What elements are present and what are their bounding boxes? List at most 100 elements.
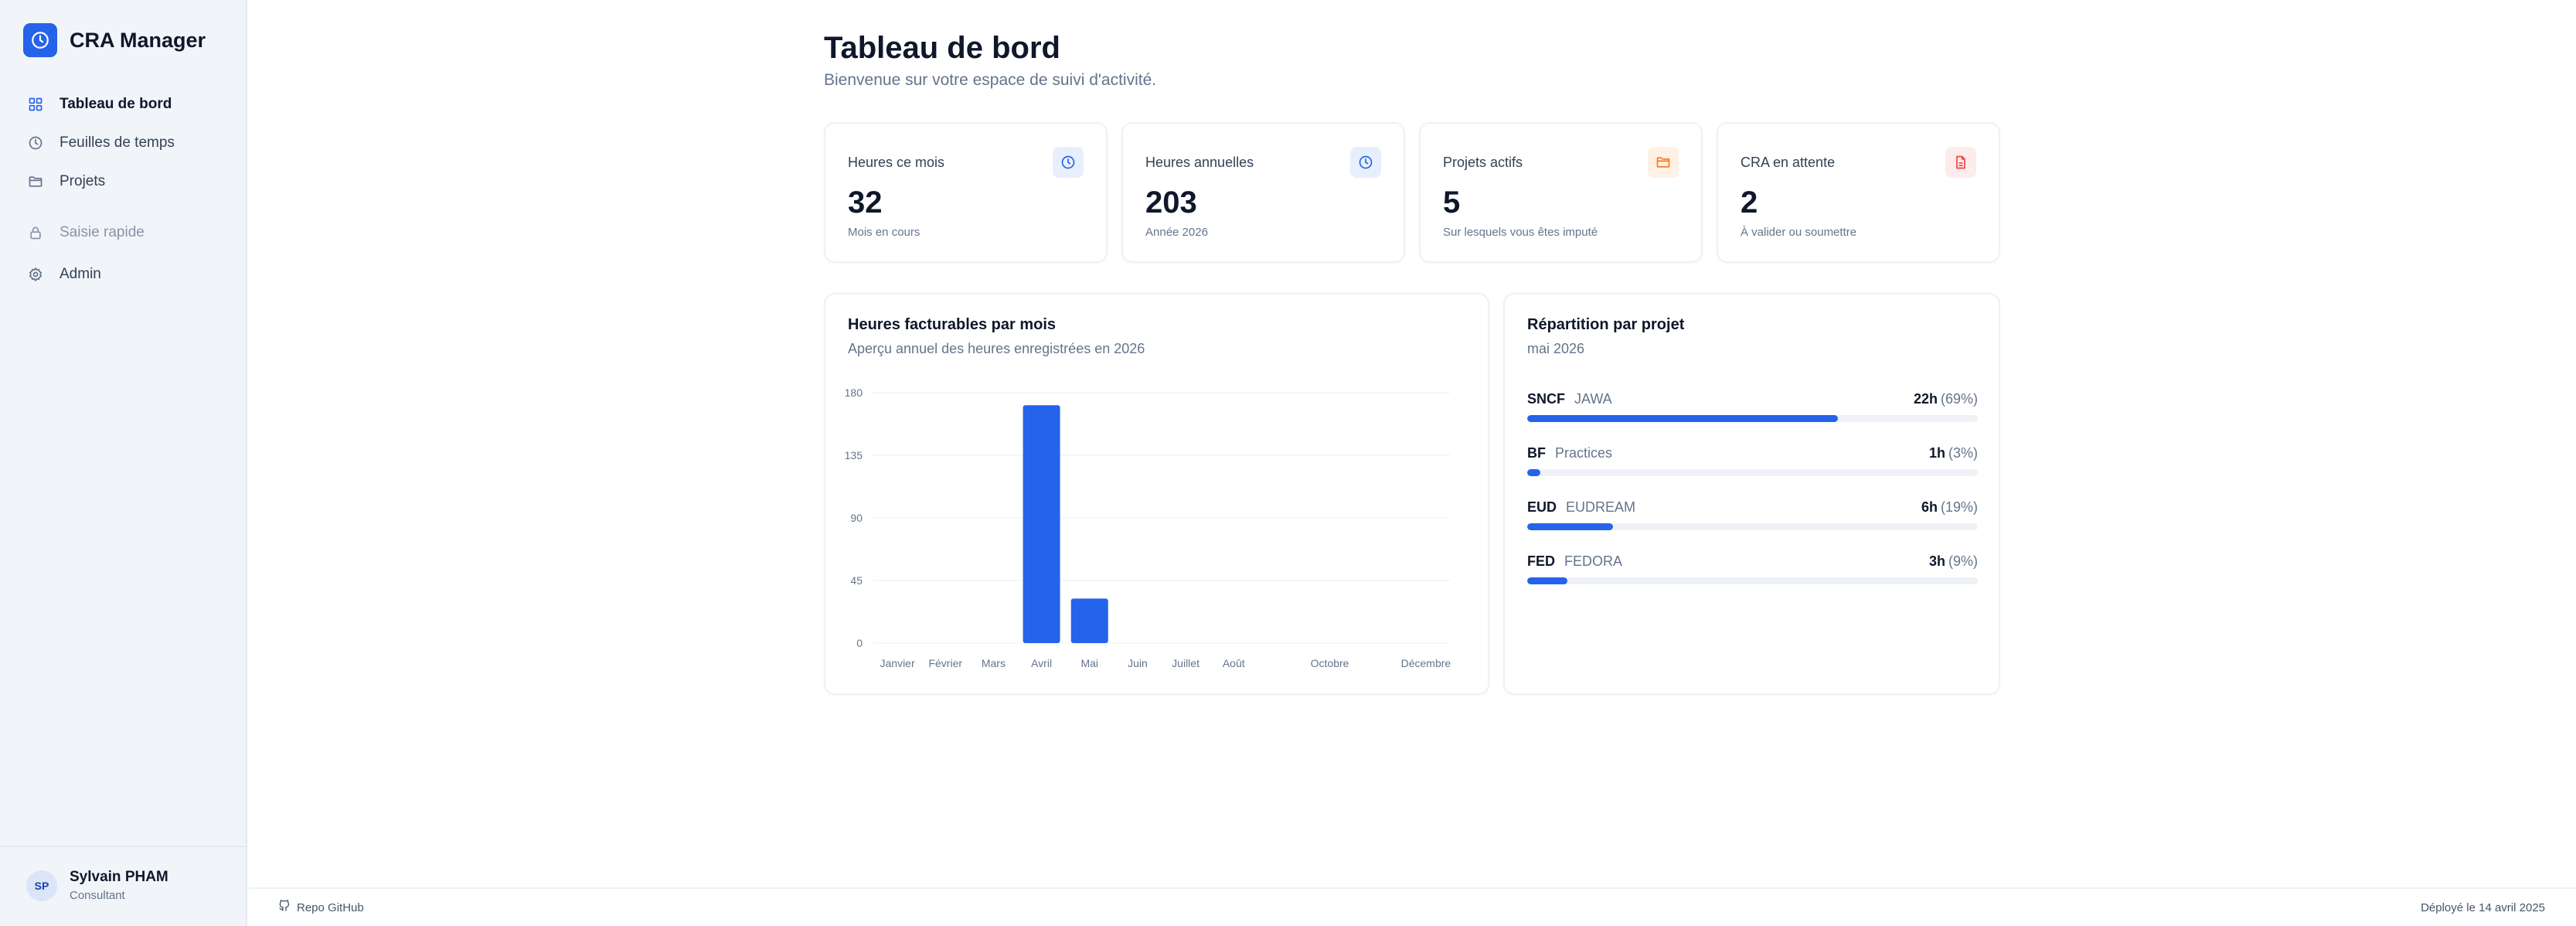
project-code: SNCF	[1527, 390, 1565, 407]
project-hours: 22h	[1913, 390, 1938, 407]
project-name: Practices	[1555, 444, 1613, 461]
stat-value: 203	[1145, 186, 1197, 220]
progress-fill	[1527, 415, 1839, 422]
avatar: SP	[26, 870, 57, 901]
stat-value: 32	[848, 186, 883, 220]
folder-icon	[27, 173, 44, 190]
progress-fill	[1527, 469, 1541, 476]
x-tick-label: Décembre	[1401, 657, 1451, 669]
progress-fill	[1527, 577, 1568, 584]
project-breakdown-card: Répartition par projet mai 2026 SNCF JAWA…	[1503, 293, 2000, 695]
bar-mai[interactable]	[1070, 598, 1108, 643]
project-row: EUD EUDREAM 6h (19%)	[1527, 499, 1978, 553]
x-tick-label: Mars	[982, 657, 1006, 669]
page-subtitle: Bienvenue sur votre espace de suivi d'ac…	[824, 71, 1157, 89]
project-name: FEDORA	[1564, 553, 1623, 569]
repo-link-label: Repo GitHub	[297, 900, 364, 914]
project-name: EUDREAM	[1566, 499, 1636, 515]
stat-caption: Année 2026	[1145, 226, 1208, 239]
x-tick-label: Juillet	[1172, 657, 1200, 669]
progress-track	[1527, 523, 1978, 530]
stat-label: Projets actifs	[1443, 155, 1523, 170]
x-tick-label: Août	[1223, 657, 1245, 669]
project-percent: (19%)	[1940, 499, 1978, 515]
sidebar-nav: Tableau de bord Feuilles de temps Projet…	[23, 85, 226, 294]
x-tick-label: Juin	[1128, 657, 1148, 669]
project-hours: 1h	[1928, 444, 1945, 461]
y-tick-label: 180	[845, 386, 863, 399]
stat-caption: Sur lesquels vous êtes imputé	[1443, 226, 1598, 239]
project-percent: (3%)	[1948, 444, 1978, 461]
project-code: EUD	[1527, 499, 1557, 515]
sidebar-item-label: Saisie rapide	[60, 224, 145, 240]
progress-track	[1527, 469, 1978, 476]
project-code: BF	[1527, 444, 1546, 461]
y-tick-label: 0	[856, 637, 863, 649]
stat-card-pending-cra: CRA en attente 2 À valider ou soumettre	[1717, 122, 2000, 263]
page-title: Tableau de bord	[824, 31, 1060, 65]
stat-label: CRA en attente	[1741, 155, 1836, 170]
stat-value: 2	[1741, 186, 1758, 220]
app-name: CRA Manager	[70, 28, 206, 52]
breakdown-period: mai 2026	[1527, 341, 1585, 356]
footer: Repo GitHub Déployé le 14 avril 2025	[249, 887, 2576, 926]
bar-avril[interactable]	[1023, 405, 1060, 643]
gear-icon	[27, 266, 44, 283]
user-profile[interactable]: SP Sylvain PHAM Consultant	[26, 869, 168, 902]
project-list: SNCF JAWA 22h (69%) BF Practices 1h (3%) EUD…	[1527, 390, 1978, 607]
deploy-date: Déployé le 14 avril 2025	[2421, 900, 2545, 914]
y-tick-label: 90	[850, 512, 863, 524]
breakdown-title: Répartition par projet	[1527, 316, 1685, 333]
stat-card-annual-hours: Heures annuelles 203 Année 2026	[1121, 122, 1405, 263]
stat-label: Heures ce mois	[848, 155, 945, 170]
stat-label: Heures annuelles	[1145, 155, 1254, 170]
y-tick-label: 45	[850, 574, 863, 587]
y-tick-label: 135	[845, 449, 863, 461]
clock-icon	[27, 134, 44, 151]
stat-card-month-hours: Heures ce mois 32 Mois en cours	[824, 122, 1108, 263]
sidebar: CRA Manager Tableau de bord Feuilles de …	[0, 0, 247, 926]
x-tick-label: Mai	[1080, 657, 1098, 669]
stat-value: 5	[1443, 186, 1461, 220]
progress-track	[1527, 577, 1978, 584]
sidebar-item-projects[interactable]: Projets	[23, 162, 226, 201]
folder-icon	[1648, 147, 1679, 178]
sidebar-item-label: Feuilles de temps	[60, 134, 175, 151]
bar-chart: 0 45 90 135 180 Janvier Février Mars Avril Mai Jui…	[845, 386, 1451, 669]
billable-hours-chart-card: Heures facturables par mois Aperçu annue…	[824, 293, 1489, 695]
clock-icon	[1350, 147, 1381, 178]
brand[interactable]: CRA Manager	[23, 23, 206, 57]
project-row: BF Practices 1h (3%)	[1527, 444, 1978, 499]
grid-icon	[27, 96, 44, 113]
github-icon	[278, 900, 291, 915]
stat-caption: À valider ou soumettre	[1741, 226, 1857, 239]
project-hours: 6h	[1921, 499, 1938, 515]
x-tick-label: Octobre	[1311, 657, 1349, 669]
project-percent: (69%)	[1940, 390, 1978, 407]
sidebar-item-dashboard[interactable]: Tableau de bord	[23, 85, 226, 124]
x-tick-label: Janvier	[880, 657, 915, 669]
sidebar-item-label: Tableau de bord	[60, 96, 172, 112]
x-tick-label: Avril	[1031, 657, 1052, 669]
sidebar-item-label: Projets	[60, 173, 106, 189]
stat-card-active-projects: Projets actifs 5 Sur lesquels vous êtes …	[1419, 122, 1703, 263]
project-row: FED FEDORA 3h (9%)	[1527, 553, 1978, 607]
nav-separator	[23, 201, 226, 213]
project-hours: 3h	[1928, 553, 1945, 569]
user-name: Sylvain PHAM	[70, 869, 168, 885]
lock-icon	[27, 224, 44, 241]
sidebar-item-timesheets[interactable]: Feuilles de temps	[23, 124, 226, 162]
progress-fill	[1527, 523, 1613, 530]
sidebar-item-admin[interactable]: Admin	[23, 255, 226, 294]
stat-caption: Mois en cours	[848, 226, 920, 239]
sidebar-item-quick-entry[interactable]: Saisie rapide	[23, 213, 226, 252]
clock-icon	[23, 23, 57, 57]
project-name: JAWA	[1574, 390, 1612, 407]
clock-icon	[1053, 147, 1084, 178]
progress-track	[1527, 415, 1978, 422]
document-icon	[1945, 147, 1976, 178]
repo-link[interactable]: Repo GitHub	[278, 900, 364, 915]
divider	[0, 846, 247, 847]
x-tick-label: Février	[928, 657, 962, 669]
sidebar-item-label: Admin	[60, 266, 101, 282]
